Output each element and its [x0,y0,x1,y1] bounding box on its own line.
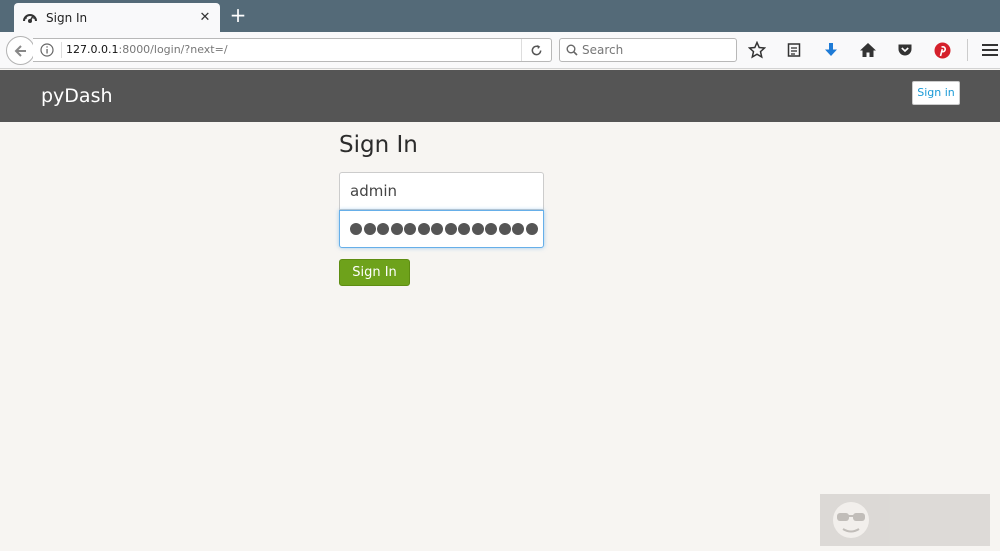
search-input[interactable]: Search [582,43,623,57]
sunglasses-face-icon [833,502,869,538]
password-mask-dot [512,223,524,235]
password-mask-dot [363,223,376,235]
password-mask-dot [377,223,389,235]
password-mask-dot [471,223,484,235]
search-bar[interactable]: Search [559,38,737,62]
pinterest-icon[interactable] [930,38,954,62]
header-signin-button[interactable]: Sign in [912,81,960,105]
reading-list-icon[interactable] [782,38,806,62]
password-mask-dot [417,223,430,235]
browser-nav-bar: 127.0.0.1:8000/login/?next=/ Search [0,32,1000,69]
site-info-icon[interactable] [33,43,61,57]
password-mask-dot [444,223,457,235]
tab-title: Sign In [46,10,88,25]
signin-submit-button[interactable]: Sign In [339,259,410,286]
watermark [820,494,990,546]
site-header: pyDash Sign in [0,70,1000,122]
menu-icon[interactable] [978,38,1000,62]
password-mask [350,223,539,235]
pocket-icon[interactable] [893,38,917,62]
close-tab-icon[interactable]: ✕ [198,10,212,25]
browser-toolbar [745,38,1000,62]
url-host: 127.0.0.1 [66,43,119,56]
password-mask-dot [458,223,470,235]
home-icon[interactable] [856,38,880,62]
url-text[interactable]: 127.0.0.1:8000/login/?next=/ [61,42,521,58]
password-field[interactable] [339,210,544,248]
password-mask-dot [485,223,497,235]
password-mask-dot [525,223,538,235]
password-mask-dot [390,223,403,235]
back-button[interactable] [6,36,35,65]
password-mask-dot [431,223,443,235]
username-field[interactable]: admin [339,172,544,210]
brand-logo[interactable]: pyDash [41,85,113,107]
url-path: :8000/login/?next=/ [118,43,228,56]
toolbar-divider [967,39,968,61]
dashboard-gauge-icon [22,10,38,26]
url-bar[interactable]: 127.0.0.1:8000/login/?next=/ [33,38,552,62]
password-mask-dot [404,223,416,235]
new-tab-button[interactable]: + [228,5,248,25]
bookmark-star-icon[interactable] [745,38,769,62]
reload-icon[interactable] [521,39,551,61]
browser-tab-bar: Sign In ✕ + [0,0,1000,32]
browser-tab[interactable]: Sign In ✕ [14,3,220,32]
page-title: Sign In [339,132,418,158]
back-arrow-icon [14,44,26,57]
download-icon[interactable] [819,38,843,62]
search-icon [566,41,578,60]
password-mask-dot [498,223,511,235]
password-mask-dot [350,223,362,235]
